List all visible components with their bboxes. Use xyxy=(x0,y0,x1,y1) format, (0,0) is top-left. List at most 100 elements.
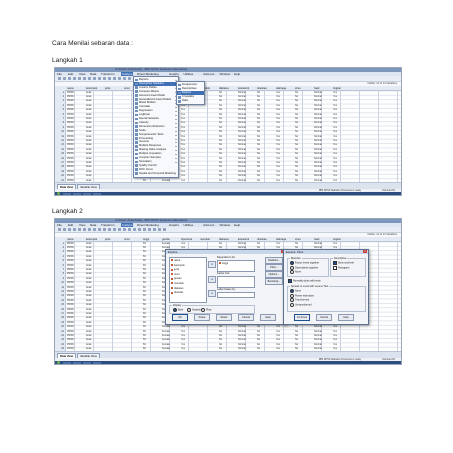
row-number[interactable]: 14 xyxy=(55,299,64,302)
toolbar-button-icon[interactable] xyxy=(123,77,126,80)
table-cell[interactable]: Normal xyxy=(314,174,322,177)
table-cell[interactable]: No xyxy=(219,148,222,151)
toolbar-button-icon[interactable] xyxy=(73,228,76,231)
list-item[interactable]: diabetes xyxy=(171,287,183,290)
table-cell[interactable]: Normal xyxy=(238,148,246,151)
display-option-radio[interactable]: Both xyxy=(173,307,183,312)
menu-file[interactable]: File xyxy=(57,72,62,76)
table-cell[interactable]: Female xyxy=(162,343,170,346)
table-cell[interactable]: Anak xyxy=(86,139,91,142)
table-cell[interactable]: Yes xyxy=(181,170,185,173)
table-cell[interactable]: No xyxy=(257,121,260,124)
spread-option-radio[interactable]: None xyxy=(290,289,301,293)
row-number[interactable]: 22 xyxy=(55,334,64,337)
table-cell[interactable]: Yes xyxy=(276,143,280,146)
row-number[interactable]: 23 xyxy=(55,338,64,341)
row-number[interactable]: 5 xyxy=(55,259,64,262)
table-cell[interactable]: PRIMI xyxy=(67,343,74,346)
table-cell[interactable]: Normal xyxy=(238,104,246,107)
table-cell[interactable]: Yes xyxy=(181,325,185,328)
row-number[interactable]: 12 xyxy=(55,139,64,142)
table-cell[interactable]: Yes xyxy=(181,121,185,124)
row-number[interactable]: 4 xyxy=(55,255,64,258)
table-cell[interactable]: Anak xyxy=(86,286,91,289)
table-cell[interactable]: Anak xyxy=(86,108,91,111)
table-cell[interactable]: Anak xyxy=(86,316,91,319)
table-cell[interactable]: Anak xyxy=(86,281,91,284)
reset-button[interactable]: Reset xyxy=(216,314,232,321)
table-cell[interactable]: Yes xyxy=(276,343,280,346)
table-cell[interactable]: Yes xyxy=(276,174,280,177)
table-cell[interactable]: Yes xyxy=(276,148,280,151)
table-cell[interactable]: Anak xyxy=(86,113,91,116)
table-cell[interactable]: Yes xyxy=(276,95,280,98)
table-cell[interactable]: Normal xyxy=(238,334,246,337)
row-number[interactable]: 19 xyxy=(55,170,64,173)
table-cell[interactable]: Yes xyxy=(276,121,280,124)
table-cell[interactable]: Normal xyxy=(314,121,322,124)
spread-option-radio[interactable]: Transformed xyxy=(290,298,309,303)
table-cell[interactable]: Normal xyxy=(238,113,246,116)
table-cell[interactable]: Normal xyxy=(314,170,322,173)
submenu-item[interactable]: Ratio xyxy=(177,99,204,103)
table-cell[interactable]: Normal xyxy=(314,104,322,107)
table-cell[interactable]: PRIMI xyxy=(67,250,74,253)
statistics-button[interactable]: Statistics... xyxy=(265,257,283,264)
table-cell[interactable]: No xyxy=(219,343,222,346)
table-cell[interactable]: 69 xyxy=(143,272,146,275)
table-cell[interactable]: Yes xyxy=(181,157,185,160)
row-number[interactable]: 17 xyxy=(55,161,64,164)
table-cell[interactable]: No xyxy=(219,170,222,173)
menu-item-analyze[interactable]: Spatial and Temporal Modeling xyxy=(134,172,178,176)
toolbar-button-icon[interactable] xyxy=(98,228,101,231)
table-cell[interactable]: PRIMI xyxy=(67,259,74,262)
table-cell[interactable]: 69 xyxy=(143,255,146,258)
table-cell[interactable]: PRIMI xyxy=(67,130,74,133)
table-cell[interactable]: No xyxy=(295,343,298,346)
table-cell[interactable]: 69 xyxy=(143,321,146,324)
table-cell[interactable]: Anak xyxy=(86,255,91,258)
table-cell[interactable]: PRIMI xyxy=(67,126,74,129)
table-cell[interactable]: No xyxy=(219,157,222,160)
menu-file[interactable]: File xyxy=(57,223,62,227)
table-cell[interactable]: Anak xyxy=(86,277,91,280)
table-cell[interactable]: PRIMI xyxy=(67,157,74,160)
table-cell[interactable]: Yes xyxy=(276,130,280,133)
table-cell[interactable]: 69 xyxy=(143,312,146,315)
table-cell[interactable]: No xyxy=(257,325,260,328)
table-cell[interactable]: Yes xyxy=(333,165,337,168)
table-cell[interactable]: Normal xyxy=(314,95,322,98)
table-cell[interactable]: No xyxy=(257,135,260,138)
list-item[interactable]: gender xyxy=(171,277,182,280)
list-item[interactable]: umur xyxy=(171,273,180,276)
table-cell[interactable]: No xyxy=(295,99,298,102)
table-cell[interactable]: Yes xyxy=(181,148,185,151)
row-number[interactable]: 13 xyxy=(55,143,64,146)
table-cell[interactable]: No xyxy=(257,148,260,151)
taskbar-app-button[interactable] xyxy=(93,361,101,364)
table-cell[interactable]: PRIMI xyxy=(67,347,74,350)
row-number[interactable]: 9 xyxy=(55,277,64,280)
menu-edit[interactable]: Edit xyxy=(68,223,73,227)
table-cell[interactable]: No xyxy=(219,121,222,124)
row-number[interactable]: 5 xyxy=(55,108,64,111)
table-cell[interactable]: Yes xyxy=(333,143,337,146)
row-number[interactable]: 1 xyxy=(55,242,64,245)
table-cell[interactable]: PRIMI xyxy=(67,165,74,168)
table-cell[interactable]: No xyxy=(295,174,298,177)
boxplot-option-radio[interactable]: Dependents together xyxy=(290,265,318,270)
table-cell[interactable]: No xyxy=(257,152,260,155)
table-cell[interactable]: Yes xyxy=(333,330,337,333)
table-cell[interactable]: Normal xyxy=(314,113,322,116)
table-cell[interactable]: Anak xyxy=(86,126,91,129)
table-cell[interactable]: PRIMI xyxy=(67,113,74,116)
table-cell[interactable]: PRIMI xyxy=(67,143,74,146)
table-cell[interactable]: No xyxy=(295,152,298,155)
table-cell[interactable]: No xyxy=(295,117,298,120)
row-number[interactable]: 3 xyxy=(55,250,64,253)
toolbar-button-icon[interactable] xyxy=(63,77,66,80)
menu-add-ons[interactable]: Add-ons xyxy=(203,223,214,227)
table-cell[interactable]: No xyxy=(219,347,222,350)
table-cell[interactable]: PRIMI xyxy=(67,161,74,164)
table-cell[interactable]: PRIMI xyxy=(67,264,74,267)
